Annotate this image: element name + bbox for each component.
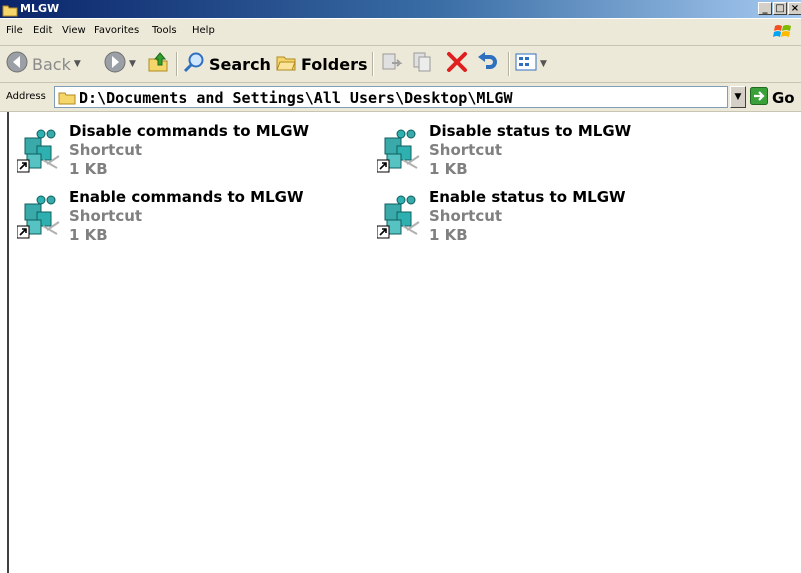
address-input[interactable]: D:\Documents and Settings\All Users\Desk… (54, 86, 728, 108)
windows-logo-icon (773, 23, 793, 45)
menu-edit[interactable]: Edit (33, 25, 52, 36)
menu-help[interactable]: Help (192, 25, 215, 36)
chevron-down-icon[interactable]: ▼ (129, 59, 136, 69)
toolbar-separator (176, 52, 178, 76)
file-item-disable-commands[interactable]: Disable commands to MLGW Shortcut 1 KB (11, 122, 341, 182)
minimize-button[interactable]: _ (758, 2, 772, 15)
standard-toolbar: Back ▼ ▼ Search Folders ▼ (0, 46, 801, 83)
folders-icon (275, 51, 297, 77)
chevron-down-icon[interactable]: ▼ (74, 59, 81, 69)
undo-icon (477, 51, 499, 77)
shortcut-icon (376, 128, 423, 178)
file-size: 1 KB (69, 160, 108, 178)
address-label: Address (6, 91, 46, 102)
back-button[interactable]: Back ▼ (6, 50, 81, 78)
search-icon (183, 51, 205, 77)
search-button[interactable]: Search (183, 50, 271, 78)
file-item-enable-status[interactable]: Enable status to MLGW Shortcut 1 KB (371, 188, 701, 248)
address-value: D:\Documents and Settings\All Users\Desk… (79, 89, 513, 107)
views-button[interactable]: ▼ (515, 50, 547, 78)
explorer-window: MLGW _ □ × File Edit View Favorites Tool… (0, 0, 801, 573)
file-item-enable-commands[interactable]: Enable commands to MLGW Shortcut 1 KB (11, 188, 341, 248)
file-size: 1 KB (429, 226, 468, 244)
file-list[interactable]: Disable commands to MLGW Shortcut 1 KB D… (7, 112, 801, 573)
delete-button[interactable] (446, 50, 468, 78)
up-folder-button[interactable] (147, 50, 169, 78)
forward-arrow-icon (104, 51, 126, 77)
file-name: Disable status to MLGW (429, 122, 632, 140)
shortcut-icon (376, 194, 423, 244)
file-size: 1 KB (69, 226, 108, 244)
file-type: Shortcut (429, 207, 503, 225)
undo-button[interactable] (477, 50, 499, 78)
copy-to-icon (412, 51, 436, 77)
file-item-disable-status[interactable]: Disable status to MLGW Shortcut 1 KB (371, 122, 701, 182)
menu-file[interactable]: File (6, 25, 23, 36)
window-title: MLGW (20, 2, 60, 15)
toolbar-separator (372, 52, 374, 76)
file-type: Shortcut (69, 207, 143, 225)
shortcut-icon (16, 194, 63, 244)
search-label: Search (209, 54, 271, 74)
folders-button[interactable]: Folders (275, 50, 367, 78)
go-label: Go (772, 89, 795, 107)
chevron-down-icon[interactable]: ▼ (540, 59, 547, 69)
maximize-button[interactable]: □ (773, 2, 787, 15)
menu-favorites[interactable]: Favorites (94, 25, 139, 36)
views-icon (515, 52, 537, 76)
title-bar[interactable]: MLGW _ □ × (0, 0, 801, 18)
copy-to-button[interactable] (412, 50, 436, 78)
shortcut-icon (16, 128, 63, 178)
delete-icon (446, 51, 468, 77)
up-folder-icon (147, 51, 169, 77)
move-to-icon (380, 51, 404, 77)
file-type: Shortcut (429, 141, 503, 159)
menu-view[interactable]: View (62, 25, 86, 36)
toolbar-separator (508, 52, 510, 76)
go-arrow-icon (750, 87, 768, 109)
menu-tools[interactable]: Tools (152, 25, 177, 36)
back-label: Back (32, 54, 71, 74)
close-button[interactable]: × (788, 2, 801, 15)
folder-icon (58, 90, 76, 109)
folders-label: Folders (301, 54, 368, 74)
file-type: Shortcut (69, 141, 143, 159)
move-to-button[interactable] (380, 50, 404, 78)
address-bar: Address D:\Documents and Settings\All Us… (0, 83, 801, 112)
file-name: Enable commands to MLGW (69, 188, 304, 206)
back-arrow-icon (6, 51, 28, 77)
go-button[interactable]: Go (750, 87, 795, 109)
file-name: Enable status to MLGW (429, 188, 626, 206)
address-dropdown-button[interactable]: ▼ (730, 86, 746, 108)
forward-button[interactable]: ▼ (104, 50, 136, 78)
file-name: Disable commands to MLGW (69, 122, 310, 140)
file-size: 1 KB (429, 160, 468, 178)
menu-bar: File Edit View Favorites Tools Help (0, 19, 801, 46)
